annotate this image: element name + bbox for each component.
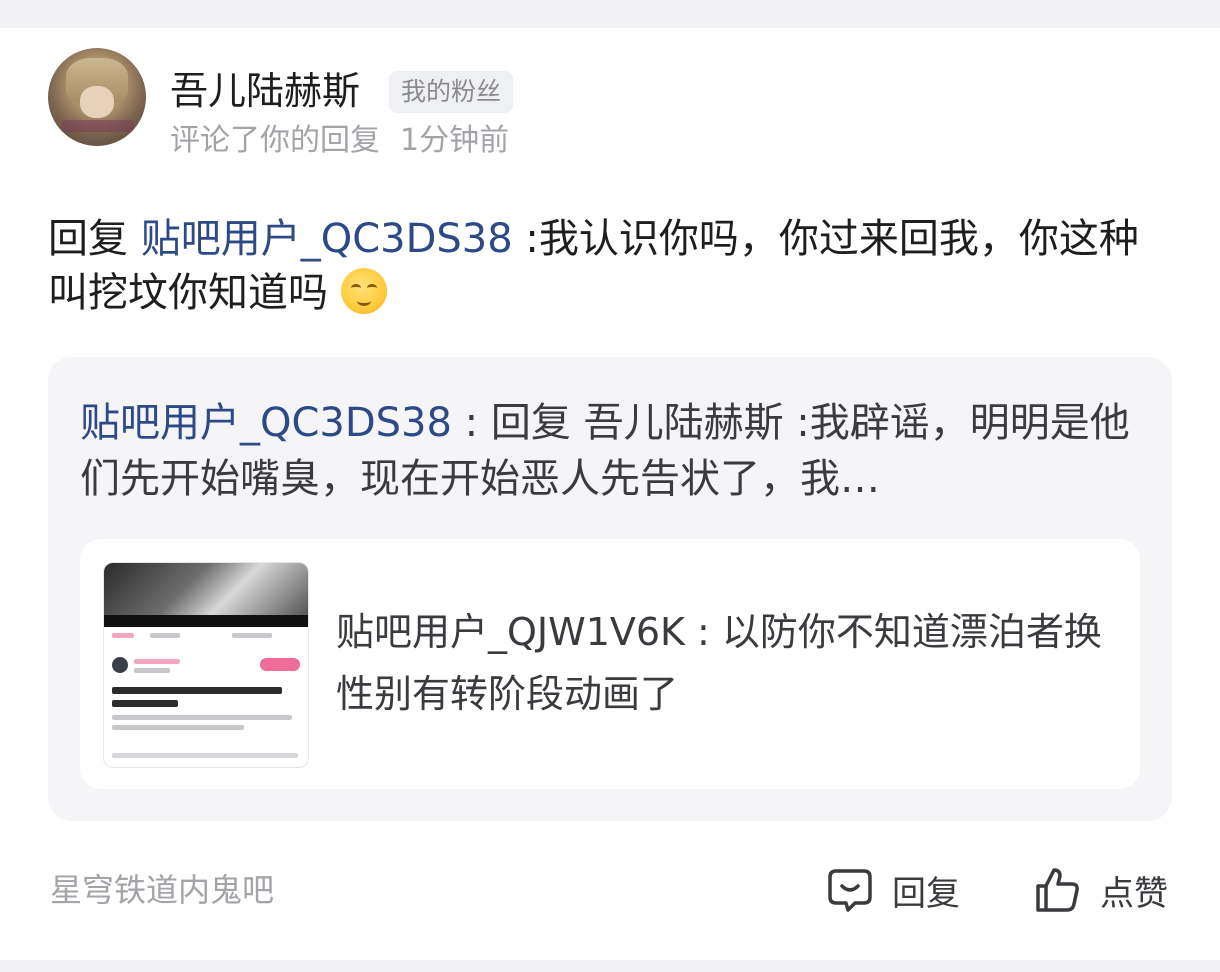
quoted-text: 贴吧用户_QC3DS38 : 回复 吾儿陆赫斯 :我辟谣，明明是他们先开始嘴臭，…: [80, 395, 1140, 511]
original-post-card[interactable]: 贴吧用户_QJW1V6K : 以防你不知道漂泊者换性别有转阶段动画了: [80, 539, 1140, 789]
mention-link[interactable]: 贴吧用户_QC3DS38: [141, 216, 513, 262]
reply-button[interactable]: 回复: [826, 862, 960, 918]
quoted-author-link[interactable]: 贴吧用户_QC3DS38: [80, 400, 452, 446]
user-avatar[interactable]: [48, 48, 146, 146]
smiling-face-emoji-icon: [340, 268, 387, 314]
post-thumbnail-image: [103, 562, 309, 768]
thumbnail-video-area: [104, 563, 308, 623]
thumbs-up-icon: [1036, 868, 1079, 912]
action-text: 评论了你的回复: [170, 123, 380, 158]
like-label: 点赞: [1100, 873, 1168, 914]
avatar-face: [80, 86, 114, 118]
timestamp: 1分钟前: [400, 123, 510, 158]
original-post-text: 贴吧用户_QJW1V6K : 以防你不知道漂泊者换性别有转阶段动画了: [336, 610, 1102, 716]
quoted-comment[interactable]: 贴吧用户_QC3DS38 : 回复 吾儿陆赫斯 :我辟谣，明明是他们先开始嘴臭，…: [48, 357, 1172, 821]
fan-badge: 我的粉丝: [389, 71, 514, 113]
username[interactable]: 吾儿陆赫斯: [170, 66, 360, 116]
reply-content[interactable]: 回复 贴吧用户_QC3DS38 :我认识你吗，你过来回我，你这种叫挖坟你知道吗: [48, 212, 1178, 320]
forum-name[interactable]: 星穹铁道内鬼吧: [50, 868, 274, 912]
reply-label: 回复: [892, 873, 960, 914]
avatar-watermark: [62, 120, 134, 132]
comment-icon: [828, 869, 872, 912]
like-button[interactable]: 点赞: [1034, 862, 1168, 918]
reply-prefix: 回复: [48, 216, 128, 262]
notification-meta: 评论了你的回复 1分钟前: [170, 120, 509, 162]
